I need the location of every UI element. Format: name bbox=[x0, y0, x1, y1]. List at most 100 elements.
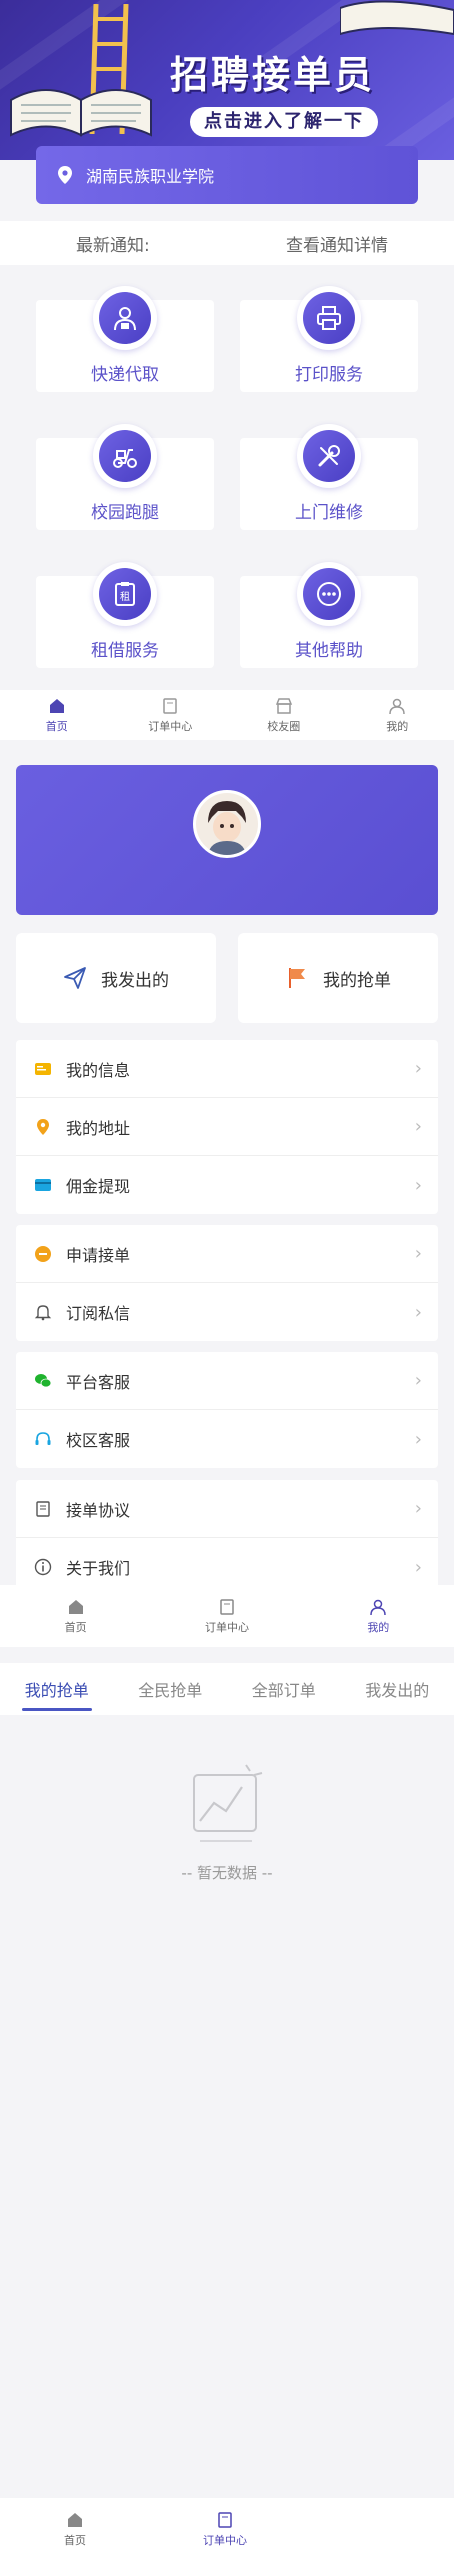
tab-public-grab[interactable]: 全民抢单 bbox=[114, 1663, 228, 1715]
tab-mine[interactable]: 我的 bbox=[341, 690, 454, 740]
book-illustration bbox=[10, 89, 152, 137]
tab-orders[interactable]: 订单中心 bbox=[151, 1585, 302, 1647]
notice-detail-link[interactable]: 查看通知详情 bbox=[286, 231, 388, 256]
tab-my-sent[interactable]: 我发出的 bbox=[341, 1663, 454, 1715]
menu-subscribe[interactable]: 订阅私信 › bbox=[16, 1283, 438, 1341]
tab-home[interactable]: 首页 bbox=[0, 2498, 150, 2560]
bell-icon bbox=[34, 1305, 52, 1321]
menu-withdraw[interactable]: 佣金提现 › bbox=[16, 1156, 438, 1214]
tab-orders[interactable]: 订单中心 bbox=[150, 2498, 300, 2560]
chevron-right-icon: › bbox=[414, 1498, 422, 1519]
service-other[interactable]: 其他帮助 bbox=[240, 562, 418, 668]
tab-home[interactable]: 首页 bbox=[0, 1585, 151, 1647]
menu-group-about: 接单协议 › 关于我们 › bbox=[16, 1480, 438, 1585]
banner-subtitle[interactable]: 点击进入了解一下 bbox=[190, 107, 378, 137]
school-name: 湖南民族职业学院 bbox=[86, 167, 215, 186]
chevron-right-icon: › bbox=[414, 1243, 422, 1264]
home-icon bbox=[68, 2512, 82, 2527]
service-icon-wrap bbox=[297, 424, 361, 488]
more-icon bbox=[317, 582, 341, 606]
credit-card-icon bbox=[35, 1179, 51, 1191]
tab-label: 首页 bbox=[64, 1620, 87, 1634]
paper-plane-icon bbox=[64, 967, 86, 989]
chevron-right-icon: › bbox=[414, 1556, 422, 1578]
tab-mine[interactable]: 我的 bbox=[303, 1585, 454, 1647]
service-print[interactable]: 打印服务 bbox=[240, 286, 418, 392]
service-icon-wrap bbox=[297, 286, 361, 350]
location-pin-icon bbox=[37, 1118, 49, 1135]
id-card-icon bbox=[35, 1062, 51, 1075]
printer-icon bbox=[317, 306, 341, 330]
menu-apply-order[interactable]: 申请接单 › bbox=[16, 1225, 438, 1283]
school-selector[interactable]: 湖南民族职业学院 bbox=[36, 146, 418, 204]
menu-agreement[interactable]: 接单协议 › bbox=[16, 1480, 438, 1538]
svg-text:租: 租 bbox=[120, 590, 130, 603]
coin-icon bbox=[35, 1245, 51, 1262]
info-icon bbox=[34, 1558, 52, 1576]
chevron-right-icon: › bbox=[414, 1058, 422, 1079]
service-icon-bg bbox=[99, 292, 151, 344]
service-repair[interactable]: 上门维修 bbox=[240, 424, 418, 530]
tab-label: 订单中心 bbox=[204, 1620, 249, 1634]
tab-home[interactable]: 首页 bbox=[0, 690, 114, 740]
avatar-image bbox=[196, 793, 258, 855]
user-icon bbox=[389, 698, 405, 714]
service-label: 校园跑腿 bbox=[91, 503, 159, 523]
orders-icon bbox=[163, 697, 177, 714]
my-grabbed-label: 我的抢单 bbox=[323, 970, 391, 991]
menu-my-info[interactable]: 我的信息 › bbox=[16, 1040, 438, 1098]
menu-label: 校区客服 bbox=[66, 1431, 131, 1450]
orders-screen: 首页 订单中心 我的 我的抢单 全民抢单 全部订单 我发出的 -- 暂无数据 -… bbox=[0, 1585, 454, 2560]
service-courier[interactable]: 快递代取 bbox=[36, 286, 214, 392]
menu-label: 我的地址 bbox=[66, 1118, 131, 1138]
service-icon-bg bbox=[303, 430, 355, 482]
chevron-right-icon: › bbox=[414, 1428, 422, 1450]
service-label: 打印服务 bbox=[295, 365, 363, 385]
empty-data-text: -- 暂无数据 -- bbox=[181, 1864, 273, 1882]
tab-all-orders[interactable]: 全部订单 bbox=[227, 1663, 341, 1715]
mine-screen: 我发出的 我的抢单 我的信息 › 我的地址 › 佣金提现 › 申请接单 › 订阅… bbox=[0, 750, 454, 1585]
service-label: 其他帮助 bbox=[295, 641, 363, 661]
home-tabbar: 首页 订单中心 校友圈 我的 bbox=[0, 690, 454, 740]
service-errand[interactable]: 校园跑腿 bbox=[36, 424, 214, 530]
tab-orders[interactable]: 订单中心 bbox=[114, 690, 228, 740]
menu-label: 订阅私信 bbox=[66, 1304, 131, 1323]
avatar[interactable] bbox=[193, 790, 261, 858]
chevron-right-icon: › bbox=[414, 1370, 422, 1391]
menu-about-us[interactable]: 关于我们 › bbox=[16, 1538, 438, 1585]
menu-label: 接单协议 bbox=[66, 1500, 131, 1520]
orders-icon bbox=[218, 2511, 232, 2528]
service-icon-bg bbox=[303, 292, 355, 344]
empty-data-icon bbox=[193, 1764, 263, 1842]
menu-group-account: 我的信息 › 我的地址 › 佣金提现 › bbox=[16, 1040, 438, 1214]
tab-label: 我的 bbox=[386, 719, 409, 733]
banner-title: 招聘接单员 bbox=[170, 53, 376, 97]
tab-my-grabbed[interactable]: 我的抢单 bbox=[0, 1663, 114, 1715]
service-label: 快递代取 bbox=[91, 365, 159, 385]
menu-my-address[interactable]: 我的地址 › bbox=[16, 1098, 438, 1156]
courier-icon bbox=[114, 307, 136, 331]
service-icon-wrap: 租 bbox=[93, 562, 157, 626]
service-icon-bg: 租 bbox=[99, 568, 151, 620]
profile-card bbox=[16, 765, 438, 915]
tab-label: 校友圈 bbox=[267, 719, 301, 733]
tab-label: 首页 bbox=[64, 2533, 86, 2547]
my-sent-button[interactable]: 我发出的 bbox=[16, 933, 216, 1023]
document-icon bbox=[36, 1500, 50, 1517]
chevron-right-icon: › bbox=[414, 1301, 422, 1323]
menu-label: 我的信息 bbox=[66, 1060, 131, 1080]
tab-label: 订单中心 bbox=[203, 2533, 247, 2547]
wechat-icon bbox=[35, 1373, 52, 1387]
home-icon bbox=[49, 698, 64, 713]
headset-icon bbox=[35, 1432, 51, 1445]
service-rent[interactable]: 租 租借服务 bbox=[36, 562, 214, 668]
tab-alumni[interactable]: 校友圈 bbox=[227, 690, 341, 740]
my-sent-label: 我发出的 bbox=[101, 970, 169, 991]
my-grabbed-button[interactable]: 我的抢单 bbox=[238, 933, 438, 1023]
menu-campus-service[interactable]: 校区客服 › bbox=[16, 1410, 438, 1468]
service-icon-bg bbox=[99, 430, 151, 482]
menu-platform-service[interactable]: 平台客服 › bbox=[16, 1352, 438, 1410]
service-icon-wrap bbox=[93, 424, 157, 488]
recruit-banner[interactable]: 招聘接单员 点击进入了解一下 bbox=[0, 0, 454, 160]
wrench-icon bbox=[318, 445, 340, 467]
